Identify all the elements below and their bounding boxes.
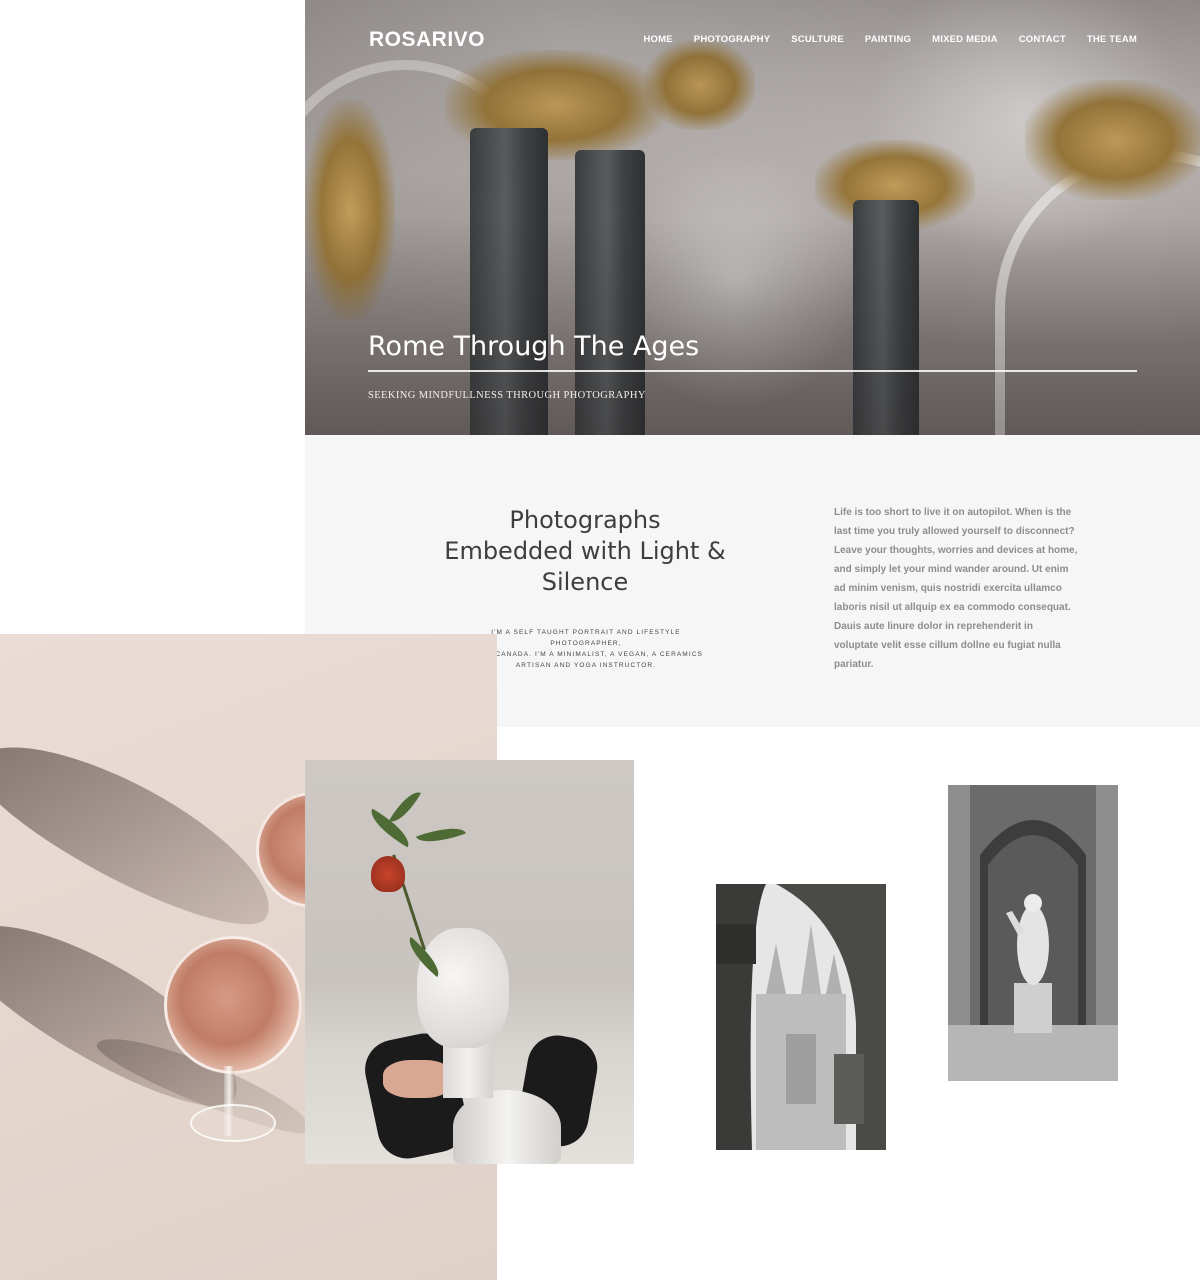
nav-sculture[interactable]: SCULTURE bbox=[791, 34, 844, 45]
statue-scene-illustration bbox=[948, 785, 1118, 1081]
arch-scene-illustration bbox=[716, 884, 886, 1150]
hero-banner: ROSARIVO HOME PHOTOGRAPHY SCULTURE PAINT… bbox=[305, 0, 1200, 435]
intro-heading-line: Photographs bbox=[509, 506, 661, 534]
nav-mixed-media[interactable]: MIXED MEDIA bbox=[932, 34, 998, 45]
nav-home[interactable]: HOME bbox=[643, 34, 672, 45]
nav-photography[interactable]: PHOTOGRAPHY bbox=[694, 34, 770, 45]
glass-base bbox=[190, 1104, 276, 1142]
site-logo[interactable]: ROSARIVO bbox=[369, 28, 485, 52]
leaf-shadow bbox=[0, 712, 293, 951]
wine-glass bbox=[164, 936, 302, 1074]
flower-leaf bbox=[388, 786, 422, 828]
intro-heading: Photographs Embedded with Light & Silenc… bbox=[435, 505, 735, 598]
statue-in-niche-photo[interactable] bbox=[948, 785, 1118, 1081]
bust-pedestal bbox=[453, 1090, 561, 1164]
flower-leaf bbox=[364, 808, 416, 848]
flower-leaf bbox=[416, 820, 466, 850]
intro-heading-line: Silence bbox=[541, 568, 629, 596]
bust-head bbox=[417, 928, 509, 1048]
nav-contact[interactable]: CONTACT bbox=[1019, 34, 1066, 45]
intro-paragraph: Life is too short to live it on autopilo… bbox=[834, 507, 1078, 670]
bust-with-flower-photo[interactable] bbox=[305, 760, 634, 1164]
main-nav: HOME PHOTOGRAPHY SCULTURE PAINTING MIXED… bbox=[643, 34, 1137, 45]
hero-divider bbox=[368, 370, 1137, 372]
hero-title: Rome Through The Ages bbox=[368, 331, 700, 362]
cathedral-through-arch-photo[interactable] bbox=[716, 884, 886, 1150]
nav-the-team[interactable]: THE TEAM bbox=[1087, 34, 1137, 45]
hero-subtitle: SEEKING MINDFULLNESS THROUGH PHOTOGRAPHY bbox=[368, 390, 646, 401]
nav-painting[interactable]: PAINTING bbox=[865, 34, 911, 45]
red-flower bbox=[371, 856, 405, 892]
intro-heading-line: Embedded with Light & bbox=[444, 537, 726, 565]
